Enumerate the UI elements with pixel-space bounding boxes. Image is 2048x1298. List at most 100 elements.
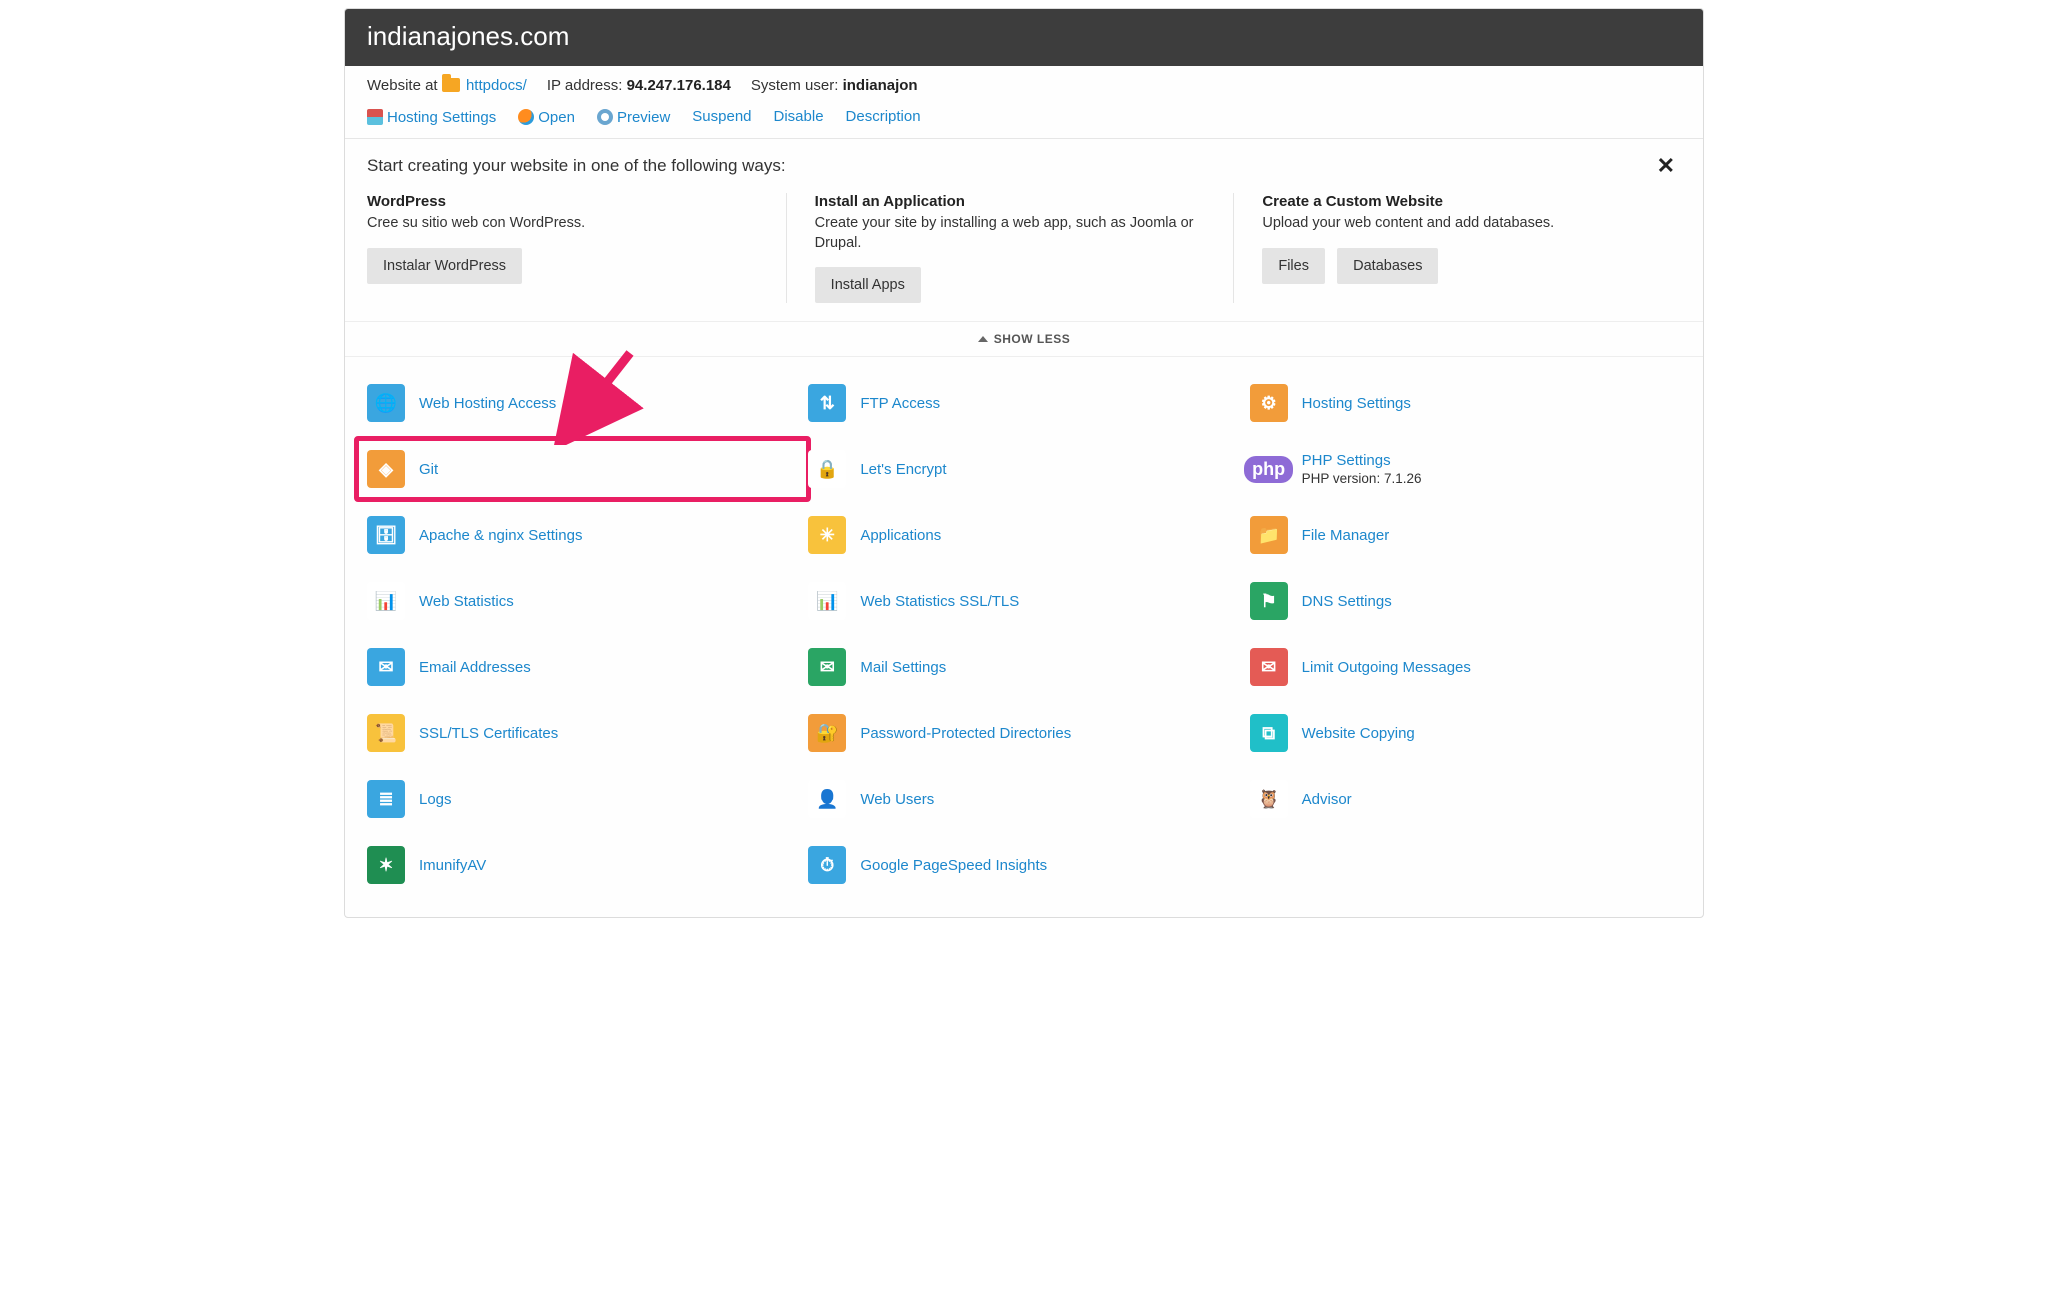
tool-label[interactable]: Mail Settings xyxy=(860,659,946,676)
tool-label[interactable]: Email Addresses xyxy=(419,659,531,676)
wp-title: WordPress xyxy=(367,193,758,210)
tool-label[interactable]: FTP Access xyxy=(860,395,940,412)
ftp-icon: ⇅ xyxy=(808,384,846,422)
custom-desc: Upload your web content and add database… xyxy=(1262,214,1653,234)
copy-icon: ⧉ xyxy=(1250,714,1288,752)
tool-applications[interactable]: ✳ Applications xyxy=(808,513,1239,557)
tool-label[interactable]: PHP Settings xyxy=(1302,452,1391,469)
tool-web-hosting-access[interactable]: 🌐 Web Hosting Access xyxy=(367,381,798,425)
files-button[interactable]: Files xyxy=(1262,248,1325,284)
tool-logs[interactable]: ≣ Logs xyxy=(367,777,798,821)
toolbar-disable[interactable]: Disable xyxy=(774,108,824,125)
tool-hosting-settings[interactable]: ⚙ Hosting Settings xyxy=(1250,381,1681,425)
tool-label[interactable]: Password-Protected Directories xyxy=(860,725,1071,742)
databases-button[interactable]: Databases xyxy=(1337,248,1438,284)
tool-web-users[interactable]: 👤 Web Users xyxy=(808,777,1239,821)
tool-label[interactable]: Website Copying xyxy=(1302,725,1415,742)
tool-apache-nginx[interactable]: 🗄 Apache & nginx Settings xyxy=(367,513,798,557)
sysuser-label: System user: xyxy=(751,77,839,94)
user-globe-icon: 👤 xyxy=(808,780,846,818)
toolbar-hosting-settings[interactable]: Hosting Settings xyxy=(367,106,496,126)
toolbar: Hosting Settings Open Preview Suspend Di… xyxy=(345,102,1703,139)
tool-label[interactable]: Web Statistics xyxy=(419,593,514,610)
tool-advisor[interactable]: 🦉 Advisor xyxy=(1250,777,1681,821)
subheader: Website at httpdocs/ IP address: 94.247.… xyxy=(345,66,1703,102)
ip-value: 94.247.176.184 xyxy=(627,77,731,94)
toolbar-open[interactable]: Open xyxy=(518,106,575,126)
tool-web-statistics[interactable]: 📊 Web Statistics xyxy=(367,579,798,623)
mail-limit-icon: ✉ xyxy=(1250,648,1288,686)
tool-label[interactable]: SSL/TLS Certificates xyxy=(419,725,558,742)
tool-label[interactable]: Applications xyxy=(860,527,941,544)
ip-group: IP address: 94.247.176.184 xyxy=(547,77,731,94)
tool-label[interactable]: Logs xyxy=(419,791,452,808)
app-title: Install an Application xyxy=(815,193,1206,210)
tool-website-copying[interactable]: ⧉ Website Copying xyxy=(1250,711,1681,755)
gauge-icon: ⏱ xyxy=(808,846,846,884)
close-intro-button[interactable]: ✕ xyxy=(1651,153,1681,179)
folder-icon: 📁 xyxy=(1250,516,1288,554)
tool-label[interactable]: Web Users xyxy=(860,791,934,808)
tool-label[interactable]: ImunifyAV xyxy=(419,857,486,874)
globe-flag-icon: 🌐 xyxy=(367,384,405,422)
php-version: PHP version: 7.1.26 xyxy=(1302,471,1422,486)
preview-icon xyxy=(597,109,613,125)
install-wordpress-button[interactable]: Instalar WordPress xyxy=(367,248,522,284)
intro-heading: Start creating your website in one of th… xyxy=(367,156,786,176)
tool-label[interactable]: DNS Settings xyxy=(1302,593,1392,610)
tool-ftp-access[interactable]: ⇅ FTP Access xyxy=(808,381,1239,425)
tool-git[interactable]: ◈ Git xyxy=(354,436,811,502)
toolbar-suspend[interactable]: Suspend xyxy=(692,108,751,125)
show-less-toggle[interactable]: SHOW LESS xyxy=(345,322,1703,357)
tool-label[interactable]: Apache & nginx Settings xyxy=(419,527,582,544)
tools-grid: 🌐 Web Hosting Access ⇅ FTP Access ⚙ Host… xyxy=(345,357,1703,917)
install-apps-button[interactable]: Install Apps xyxy=(815,267,921,303)
lock-icon: 🔒 xyxy=(808,450,846,488)
shield-icon: ✶ xyxy=(367,846,405,884)
php-icon: php xyxy=(1250,450,1288,488)
gear-icon: ✳ xyxy=(808,516,846,554)
tool-label[interactable]: Google PageSpeed Insights xyxy=(860,857,1047,874)
tool-limit-outgoing[interactable]: ✉ Limit Outgoing Messages xyxy=(1250,645,1681,689)
hosting-icon: ⚙ xyxy=(1250,384,1288,422)
app-desc: Create your site by installing a web app… xyxy=(815,214,1206,253)
tool-ssl-certificates[interactable]: 📜 SSL/TLS Certificates xyxy=(367,711,798,755)
toolbar-description[interactable]: Description xyxy=(846,108,921,125)
tool-label[interactable]: File Manager xyxy=(1302,527,1390,544)
caret-up-icon xyxy=(978,336,988,342)
folder-icon xyxy=(442,78,460,92)
tool-pagespeed[interactable]: ⏱ Google PageSpeed Insights xyxy=(808,843,1239,887)
tool-label[interactable]: Web Statistics SSL/TLS xyxy=(860,593,1019,610)
toolbar-preview[interactable]: Preview xyxy=(597,106,670,126)
sysuser-group: System user: indianajon xyxy=(751,77,918,94)
create-wordpress: WordPress Cree su sitio web con WordPres… xyxy=(367,193,786,303)
create-custom: Create a Custom Website Upload your web … xyxy=(1233,193,1681,303)
mail-settings-icon: ✉ xyxy=(808,648,846,686)
tool-mail-settings[interactable]: ✉ Mail Settings xyxy=(808,645,1239,689)
tool-label[interactable]: Limit Outgoing Messages xyxy=(1302,659,1471,676)
bars-icon: 📊 xyxy=(367,582,405,620)
intro-row: Start creating your website in one of th… xyxy=(345,139,1703,187)
tool-label[interactable]: Hosting Settings xyxy=(1302,395,1411,412)
tool-lets-encrypt[interactable]: 🔒 Let's Encrypt xyxy=(808,447,1239,491)
tool-php-settings[interactable]: php PHP Settings PHP version: 7.1.26 xyxy=(1250,447,1681,491)
owl-icon: 🦉 xyxy=(1250,780,1288,818)
create-columns: WordPress Cree su sitio web con WordPres… xyxy=(345,187,1703,322)
wp-desc: Cree su sitio web con WordPress. xyxy=(367,214,758,234)
tool-dns-settings[interactable]: ⚑ DNS Settings xyxy=(1250,579,1681,623)
tool-file-manager[interactable]: 📁 File Manager xyxy=(1250,513,1681,557)
certificate-icon: 📜 xyxy=(367,714,405,752)
docroot-link[interactable]: httpdocs/ xyxy=(466,77,527,94)
tool-imunifyav[interactable]: ✶ ImunifyAV xyxy=(367,843,798,887)
tool-web-statistics-ssl[interactable]: 📊 Web Statistics SSL/TLS xyxy=(808,579,1239,623)
bars-lock-icon: 📊 xyxy=(808,582,846,620)
tools-icon xyxy=(367,109,383,125)
tool-password-dirs[interactable]: 🔐 Password-Protected Directories xyxy=(808,711,1239,755)
tool-email-addresses[interactable]: ✉ Email Addresses xyxy=(367,645,798,689)
tool-label[interactable]: Advisor xyxy=(1302,791,1352,808)
tool-label[interactable]: Web Hosting Access xyxy=(419,395,556,412)
tool-label[interactable]: Git xyxy=(419,461,438,478)
git-icon: ◈ xyxy=(367,450,405,488)
sysuser-value: indianajon xyxy=(843,77,918,94)
tool-label[interactable]: Let's Encrypt xyxy=(860,461,946,478)
